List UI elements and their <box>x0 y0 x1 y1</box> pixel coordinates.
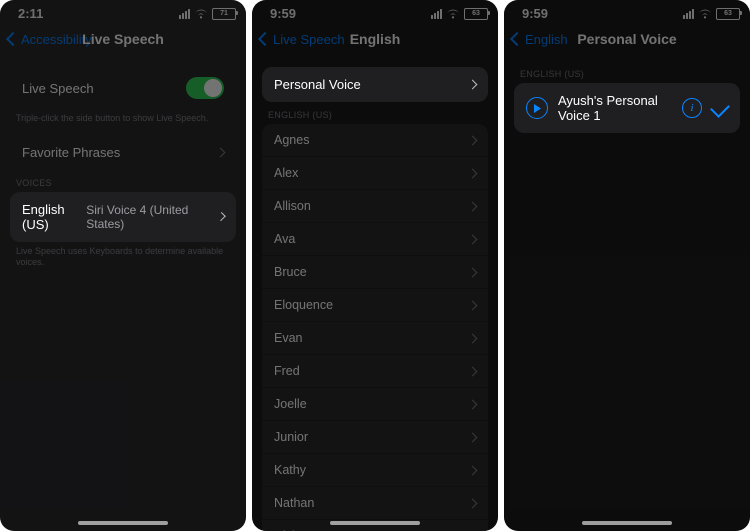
voice-detail: Siri Voice 4 (United States) <box>86 203 211 231</box>
row-personal-voice[interactable]: Personal Voice <box>262 67 488 102</box>
voice-row-evan[interactable]: Evan <box>262 322 488 355</box>
checkmark-icon <box>710 98 730 118</box>
play-icon[interactable] <box>526 97 548 119</box>
chevron-right-icon <box>468 80 478 90</box>
nav-bar: Live Speech English <box>252 23 498 61</box>
note-live-speech: Triple-click the side button to show Liv… <box>0 109 246 125</box>
voice-row-label: Fred <box>274 364 300 378</box>
battery-icon: 63 <box>464 8 488 20</box>
back-button[interactable]: Live Speech <box>260 32 345 47</box>
section-english-us: ENGLISH (US) <box>252 102 498 124</box>
voice-row-label: Bruce <box>274 265 307 279</box>
phone-3: 9:59 63 English Personal Voice ENGLISH (… <box>504 0 750 531</box>
chevron-right-icon <box>468 498 478 508</box>
voice-lang-label: English (US) <box>22 202 86 232</box>
chevron-right-icon <box>468 168 478 178</box>
status-bar: 9:59 63 <box>504 0 750 23</box>
status-bar: 9:59 63 <box>252 0 498 23</box>
battery-icon: 71 <box>212 8 236 20</box>
chevron-right-icon <box>216 212 225 221</box>
screenshots-row: 2:11 71 Accessibility Live Speech Live S… <box>0 0 750 531</box>
back-label: English <box>525 32 568 47</box>
voice-row-nathan[interactable]: Nathan <box>262 487 488 520</box>
signal-icon <box>179 9 190 19</box>
phone-1: 2:11 71 Accessibility Live Speech Live S… <box>0 0 246 531</box>
section-voices: VOICES <box>0 170 246 192</box>
voice-row-junior[interactable]: Junior <box>262 421 488 454</box>
status-time: 9:59 <box>270 6 296 21</box>
voice-row-eloquence[interactable]: Eloquence <box>262 289 488 322</box>
chevron-right-icon <box>468 135 478 145</box>
voice-row-label: Joelle <box>274 397 307 411</box>
chevron-right-icon <box>468 432 478 442</box>
voice-row-ava[interactable]: Ava <box>262 223 488 256</box>
nav-bar: Accessibility Live Speech <box>0 23 246 61</box>
chevron-right-icon <box>468 399 478 409</box>
phone-2: 9:59 63 Live Speech English Personal Voi… <box>252 0 498 531</box>
status-time: 9:59 <box>522 6 548 21</box>
voice-list: Agnes Alex Allison Ava Bruce Eloquence Evan Fre… <box>262 124 488 531</box>
chevron-left-icon <box>258 32 272 46</box>
signal-icon <box>683 9 694 19</box>
chevron-right-icon <box>468 201 478 211</box>
chevron-right-icon <box>468 300 478 310</box>
row-voice-english-us[interactable]: English (US) Siri Voice 4 (United States… <box>10 192 236 242</box>
voice-row-joelle[interactable]: Joelle <box>262 388 488 421</box>
battery-icon: 63 <box>716 8 740 20</box>
row-label: Personal Voice <box>274 77 361 92</box>
home-indicator[interactable] <box>582 521 672 525</box>
info-icon[interactable]: i <box>682 98 702 118</box>
home-indicator[interactable] <box>330 521 420 525</box>
note-voices: Live Speech uses Keyboards to determine … <box>0 242 246 269</box>
chevron-right-icon <box>468 333 478 343</box>
voice-row-agnes[interactable]: Agnes <box>262 124 488 157</box>
chevron-right-icon <box>468 234 478 244</box>
voice-row-label: Agnes <box>274 133 309 147</box>
favorites-group: Favorite Phrases <box>10 135 236 170</box>
back-label: Accessibility <box>21 32 92 47</box>
row-personal-voice-1[interactable]: Ayush's Personal Voice 1 i <box>514 83 740 133</box>
nav-bar: English Personal Voice <box>504 23 750 61</box>
status-bar: 2:11 71 <box>0 0 246 23</box>
wifi-icon <box>698 9 712 19</box>
voice-name: Ayush's Personal Voice 1 <box>558 93 672 123</box>
back-button[interactable]: Accessibility <box>8 32 92 47</box>
personal-voice-group: Personal Voice <box>262 67 488 102</box>
voice-row-label: Nathan <box>274 496 314 510</box>
voice-row-allison[interactable]: Allison <box>262 190 488 223</box>
status-time: 2:11 <box>18 6 43 21</box>
voice-row-label: Eloquence <box>274 298 333 312</box>
signal-icon <box>431 9 442 19</box>
voice-row-label: Allison <box>274 199 311 213</box>
voice-row-label: Junior <box>274 430 308 444</box>
wifi-icon <box>446 9 460 19</box>
section-english-us: ENGLISH (US) <box>504 61 750 83</box>
chevron-right-icon <box>468 267 478 277</box>
row-favorite-phrases[interactable]: Favorite Phrases <box>10 135 236 170</box>
chevron-left-icon <box>6 32 20 46</box>
voice-row-fred[interactable]: Fred <box>262 355 488 388</box>
chevron-left-icon <box>510 32 524 46</box>
voice-row-alex[interactable]: Alex <box>262 157 488 190</box>
voice-row-kathy[interactable]: Kathy <box>262 454 488 487</box>
wifi-icon <box>194 9 208 19</box>
chevron-right-icon <box>216 147 226 157</box>
live-speech-group: Live Speech <box>10 67 236 109</box>
row-label: Favorite Phrases <box>22 145 120 160</box>
chevron-right-icon <box>468 465 478 475</box>
toggle-switch-on[interactable] <box>186 77 224 99</box>
voices-group: English (US) Siri Voice 4 (United States… <box>10 192 236 242</box>
voice-row-label: Kathy <box>274 463 306 477</box>
voice-row-bruce[interactable]: Bruce <box>262 256 488 289</box>
back-button[interactable]: English <box>512 32 568 47</box>
row-live-speech-toggle[interactable]: Live Speech <box>10 67 236 109</box>
voice-row-label: Evan <box>274 331 303 345</box>
back-label: Live Speech <box>273 32 345 47</box>
voice-row-label: Alex <box>274 166 298 180</box>
row-label: Live Speech <box>22 81 94 96</box>
home-indicator[interactable] <box>78 521 168 525</box>
chevron-right-icon <box>468 366 478 376</box>
voice-row-label: Ava <box>274 232 295 246</box>
personal-voice-list: Ayush's Personal Voice 1 i <box>514 83 740 133</box>
